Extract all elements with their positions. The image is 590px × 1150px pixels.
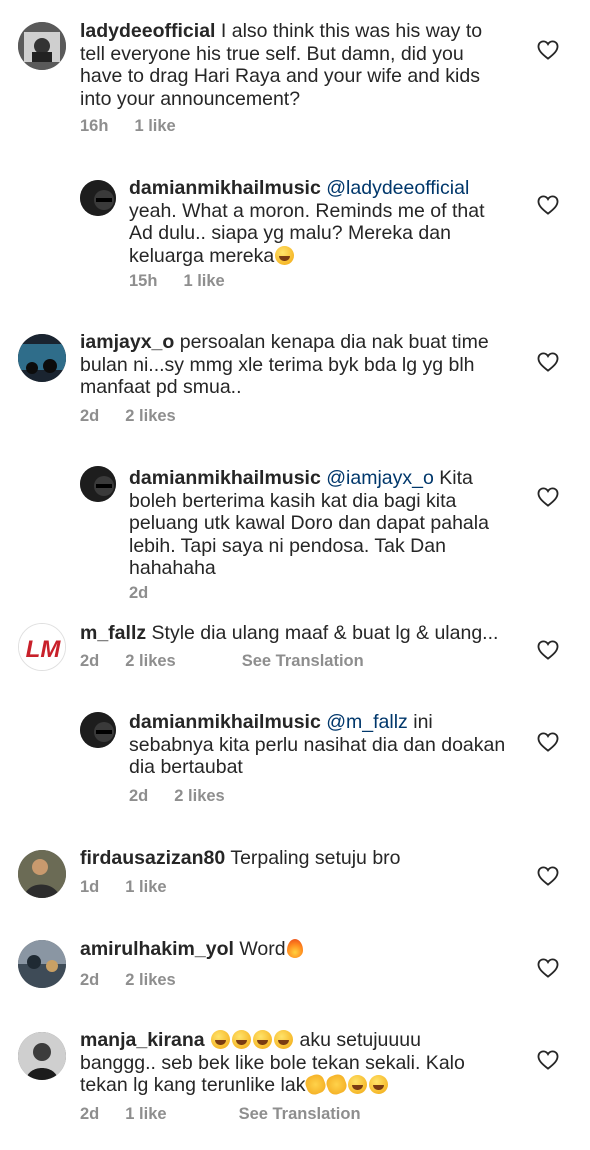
comment-firdausazizan80: firdausazizan80 Terpaling setuju bro 1d 1… (0, 825, 590, 925)
laughing-emoji (232, 1030, 252, 1049)
comment-username[interactable]: damianmikhailmusic (129, 467, 321, 489)
avatar[interactable] (80, 466, 116, 502)
comment-username[interactable]: iamjayx_o (80, 331, 174, 353)
laughing-emoji (369, 1075, 389, 1094)
comment-iamjayx_o: iamjayx_o persoalan kenapa dia nak buat … (0, 310, 590, 450)
comment-time: 2d (80, 1105, 100, 1123)
laughing-emoji (274, 1030, 294, 1049)
comment-time: 2d (129, 787, 149, 805)
heart-icon[interactable] (537, 958, 559, 978)
comment-text: damianmikhailmusic @iamjayx_o Kita boleh… (129, 467, 509, 580)
heart-icon[interactable] (537, 40, 559, 60)
comment-likes[interactable]: 1 like (125, 1105, 166, 1123)
clapping-emoji (303, 1072, 329, 1097)
heart-icon[interactable] (537, 732, 559, 752)
comment-meta: 1d 1 like (80, 878, 193, 897)
comment-m_fallz: LM m_fallz Style dia ulang maaf & buat l… (0, 615, 590, 695)
laughing-emoji (348, 1075, 368, 1094)
comment-meta: 2d 2 likes (80, 407, 202, 426)
comment-username[interactable]: ladydeeofficial (80, 20, 215, 42)
comment-ladydeeofficial: ladydeeofficial I also think this was hi… (0, 0, 590, 150)
comment-meta: 2d 2 likes (129, 787, 251, 806)
mention-link[interactable]: @ladydeeofficial (326, 177, 469, 199)
avatar[interactable] (18, 1032, 66, 1080)
comment-likes[interactable]: 1 like (125, 878, 166, 896)
comment-likes[interactable]: 2 likes (174, 787, 224, 805)
heart-icon[interactable] (537, 352, 559, 372)
comment-text: ladydeeofficial I also think this was hi… (80, 20, 510, 110)
comment-username[interactable]: damianmikhailmusic (129, 711, 321, 733)
fire-emoji (286, 939, 303, 958)
comment-username[interactable]: damianmikhailmusic (129, 177, 321, 199)
comment-likes[interactable]: 2 likes (125, 971, 175, 989)
comment-text: iamjayx_o persoalan kenapa dia nak buat … (80, 331, 500, 399)
comment-likes[interactable]: 1 like (134, 117, 175, 135)
comment-text: damianmikhailmusic @ladydeeofficial yeah… (129, 177, 509, 267)
comment-text: manja_kirana aku setujuuuu banggg.. seb … (80, 1029, 500, 1097)
heart-icon[interactable] (537, 1050, 559, 1070)
heart-icon[interactable] (537, 866, 559, 886)
laughing-emoji (275, 245, 295, 265)
comment-meta: 16h 1 like (80, 117, 202, 136)
laughing-emoji (253, 1030, 273, 1049)
comment-time: 15h (129, 272, 158, 290)
reply-damianmikhailmusic: damianmikhailmusic @iamjayx_o Kita boleh… (0, 450, 590, 615)
see-translation-link[interactable]: See Translation (242, 652, 364, 670)
comment-manja_kirana: manja_kirana aku setujuuuu banggg.. seb … (0, 1020, 590, 1150)
avatar[interactable] (18, 850, 66, 898)
avatar[interactable] (80, 712, 116, 748)
avatar[interactable] (18, 22, 66, 70)
avatar[interactable] (80, 180, 116, 216)
comment-username[interactable]: manja_kirana (80, 1029, 205, 1051)
clapping-emoji (324, 1072, 350, 1097)
heart-icon[interactable] (537, 640, 559, 660)
comment-body: Terpaling setuju bro (230, 847, 401, 869)
comment-text: firdausazizan80 Terpaling setuju bro (80, 847, 510, 870)
comment-likes[interactable]: 2 likes (125, 407, 175, 425)
comment-body: Style dia ulang maaf & buat lg & ulang..… (151, 622, 499, 644)
comment-username[interactable]: amirulhakim_yol (80, 938, 234, 960)
comment-body: yeah. What a moron. Reminds me of that A… (129, 199, 485, 267)
svg-text:LM: LM (26, 636, 62, 663)
comment-body: Word (239, 938, 286, 960)
reply-damianmikhailmusic: damianmikhailmusic @ladydeeofficial yeah… (0, 150, 590, 310)
see-translation-link[interactable]: See Translation (239, 1105, 361, 1123)
comment-meta: 15h 1 like (129, 272, 251, 291)
avatar[interactable]: LM (18, 623, 66, 671)
mention-link[interactable]: @m_fallz (326, 711, 408, 733)
comment-text: damianmikhailmusic @m_fallz ini sebabnya… (129, 711, 509, 779)
comment-time: 2d (80, 971, 100, 989)
comment-username[interactable]: m_fallz (80, 622, 146, 644)
comment-amirulhakim_yol: amirulhakim_yol Word 2d 2 likes (0, 925, 590, 1020)
comment-meta: 2d (129, 584, 174, 603)
comment-time: 2d (129, 584, 149, 602)
comment-text: amirulhakim_yol Word (80, 938, 510, 961)
comment-time: 2d (80, 652, 100, 670)
comment-username[interactable]: firdausazizan80 (80, 847, 225, 869)
laughing-emoji-group (210, 1029, 294, 1051)
laughing-emoji (211, 1030, 231, 1049)
heart-icon[interactable] (537, 195, 559, 215)
comment-text: m_fallz Style dia ulang maaf & buat lg &… (80, 622, 510, 645)
comment-likes[interactable]: 1 like (183, 272, 224, 290)
comment-meta: 2d 2 likes See Translation (80, 652, 390, 671)
comment-time: 1d (80, 878, 100, 896)
avatar[interactable] (18, 940, 66, 988)
comment-meta: 2d 1 like See Translation (80, 1105, 387, 1124)
reply-damianmikhailmusic: damianmikhailmusic @m_fallz ini sebabnya… (0, 695, 590, 825)
comment-meta: 2d 2 likes (80, 971, 202, 990)
avatar[interactable] (18, 334, 66, 382)
comment-time: 2d (80, 407, 100, 425)
mention-link[interactable]: @iamjayx_o (326, 467, 434, 489)
comment-likes[interactable]: 2 likes (125, 652, 175, 670)
comment-time: 16h (80, 117, 109, 135)
heart-icon[interactable] (537, 487, 559, 507)
